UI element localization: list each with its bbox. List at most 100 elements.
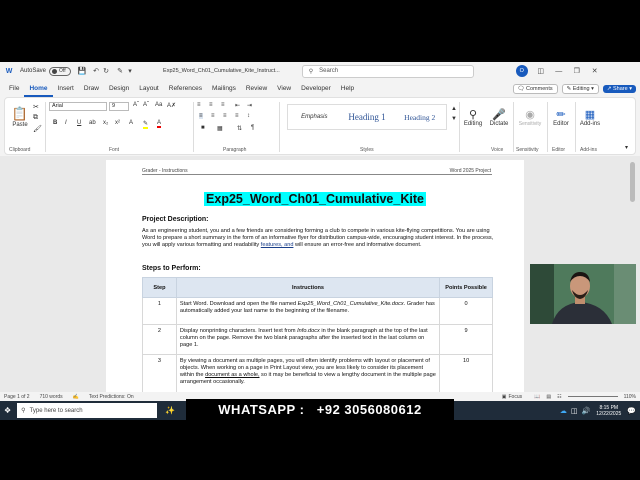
weather-icon[interactable]: ☁ [560,407,567,415]
borders-icon[interactable]: ▦ [217,125,223,132]
styles-more-icon[interactable]: ▼ [451,116,457,122]
proofing-icon[interactable]: ✍ [73,394,79,400]
text-predictions[interactable]: Text Predictions: On [89,394,134,400]
clock[interactable]: 8:15 PM 12/22/2025 [596,405,621,417]
minimize-icon[interactable]: — [554,66,564,76]
taskbar-search-box[interactable]: ⚲ Type here to search [17,403,158,418]
change-case-icon[interactable]: Aa [155,102,162,108]
superscript-icon[interactable]: x² [115,120,120,126]
bullets-icon[interactable]: ≡ [197,102,201,108]
zoom-slider[interactable] [567,396,618,397]
styles-group-label: Styles [360,147,374,153]
style-heading-2[interactable]: Heading 2 [393,113,446,122]
numbering-icon[interactable]: ≡ [209,102,213,108]
sensitivity-button[interactable]: ◉ Sensitivity [515,102,545,132]
tab-mailings[interactable]: Mailings [207,81,241,97]
tab-help[interactable]: Help [336,81,359,97]
share-button[interactable]: ↗ Share ▾ [602,85,636,93]
strikethrough-icon[interactable]: ab [89,120,96,126]
close-icon[interactable]: ✕ [590,66,600,76]
divider [45,102,46,152]
undo-icon[interactable]: ↶ [91,66,101,76]
increase-indent-icon[interactable]: ⇥ [247,102,252,109]
focus-mode[interactable]: Focus [509,394,523,400]
maximize-icon[interactable]: ❐ [572,66,582,76]
font-size-combo[interactable]: 9 [109,102,129,111]
network-icon[interactable]: ◫ [571,407,578,415]
editor-button[interactable]: ✏ Editor [549,102,573,132]
document-title: Exp25_Word_Ch01_Cumulative_Kite_Instruct… [163,68,280,74]
shrink-font-icon[interactable]: Aˇ [143,102,149,108]
highlight-icon[interactable]: ✎ [143,120,149,129]
align-center-icon[interactable]: ≡ [211,113,215,119]
underline-icon[interactable]: U [77,120,81,126]
print-layout-icon[interactable]: ▤ [546,394,551,400]
tab-references[interactable]: References [164,81,207,97]
page-count[interactable]: Page 1 of 2 [4,394,30,400]
format-painter-brush-icon[interactable]: 🖌 [33,125,42,133]
volume-icon[interactable]: 🔊 [582,407,591,415]
windows-start-icon[interactable]: ❖ [4,406,11,415]
copilot-icon[interactable]: ✨ [165,406,175,415]
step-points: 10 [439,354,493,395]
ribbon-display-icon[interactable]: ◫ [536,66,546,76]
style-emphasis[interactable]: Emphasis [288,114,341,120]
vertical-scrollbar[interactable] [630,162,635,202]
table-row: 1 Start Word. Download and open the file… [142,297,493,325]
save-icon[interactable]: 💾 [77,66,87,76]
avatar[interactable]: O [515,65,528,77]
bold-icon[interactable]: B [53,120,57,126]
ribbon-collapse-icon[interactable]: ▾ [625,144,628,151]
autosave-toggle[interactable]: Off [49,66,72,76]
web-layout-icon[interactable]: ☷ [557,394,561,400]
addins-button[interactable]: ▦ Add-ins [577,102,603,132]
font-name-combo[interactable]: Arial [49,102,107,111]
tab-design[interactable]: Design [104,81,134,97]
sensitivity-group-label: Sensitivity [516,147,539,153]
italic-icon[interactable]: I [65,120,67,126]
comments-button[interactable]: 🗨 Comments [512,84,558,94]
line-spacing-icon[interactable]: ↕ [247,113,250,119]
dictate-button[interactable]: 🎤 Dictate [487,102,511,132]
tab-view[interactable]: View [272,81,296,97]
focus-icon[interactable]: ▣ [502,394,507,400]
cut-icon[interactable]: ✂ [33,103,39,111]
align-right-icon[interactable]: ≡ [223,113,227,119]
copy-icon[interactable]: ⧉ [33,114,38,122]
paste-button[interactable]: 📋 Paste [9,102,31,132]
justify-icon[interactable]: ≡ [235,113,239,119]
style-heading-1[interactable]: Heading 1 [341,112,394,122]
editing-mode-button[interactable]: ✎ Editing ▾ [561,84,599,94]
zoom-level[interactable]: 110% [624,394,636,400]
grow-font-icon[interactable]: Aˆ [133,102,139,108]
divider [459,102,460,152]
tab-developer[interactable]: Developer [296,81,336,97]
text-effects-icon[interactable]: A [129,120,133,126]
multilevel-list-icon[interactable]: ≡ [221,102,225,108]
tab-file[interactable]: File [4,81,24,97]
tab-review[interactable]: Review [241,81,272,97]
show-formatting-marks-icon[interactable]: ¶ [251,125,254,131]
styles-scroll-up-icon[interactable]: ▲ [451,106,457,112]
tab-layout[interactable]: Layout [134,81,164,97]
subscript-icon[interactable]: x₂ [103,120,108,126]
word-count[interactable]: 710 words [40,394,63,400]
document-page[interactable]: Grader - Instructions Word 2025 Project … [106,160,524,415]
format-painter-icon[interactable]: ✎ [115,66,125,76]
search-box[interactable]: ⚲ Search [301,64,474,78]
description-link[interactable]: features, and [261,242,294,248]
read-mode-icon[interactable]: 📖 [534,394,540,400]
editing-button[interactable]: ⚲ Editing [461,102,485,132]
font-color-icon[interactable]: A [157,120,162,128]
redo-icon[interactable]: ↻ [101,66,111,76]
customize-qat-icon[interactable]: ▾ [125,66,135,76]
notifications-icon[interactable]: 💬 [627,407,636,415]
shading-icon[interactable]: ■ [201,125,205,131]
tab-home[interactable]: Home [24,81,53,97]
tab-insert[interactable]: Insert [53,81,79,97]
align-left-icon[interactable]: ≡ [199,113,203,119]
decrease-indent-icon[interactable]: ⇤ [235,102,240,109]
clear-formatting-icon[interactable]: A✗ [167,102,176,109]
sort-icon[interactable]: ⇅ [237,125,242,132]
tab-draw[interactable]: Draw [79,81,104,97]
